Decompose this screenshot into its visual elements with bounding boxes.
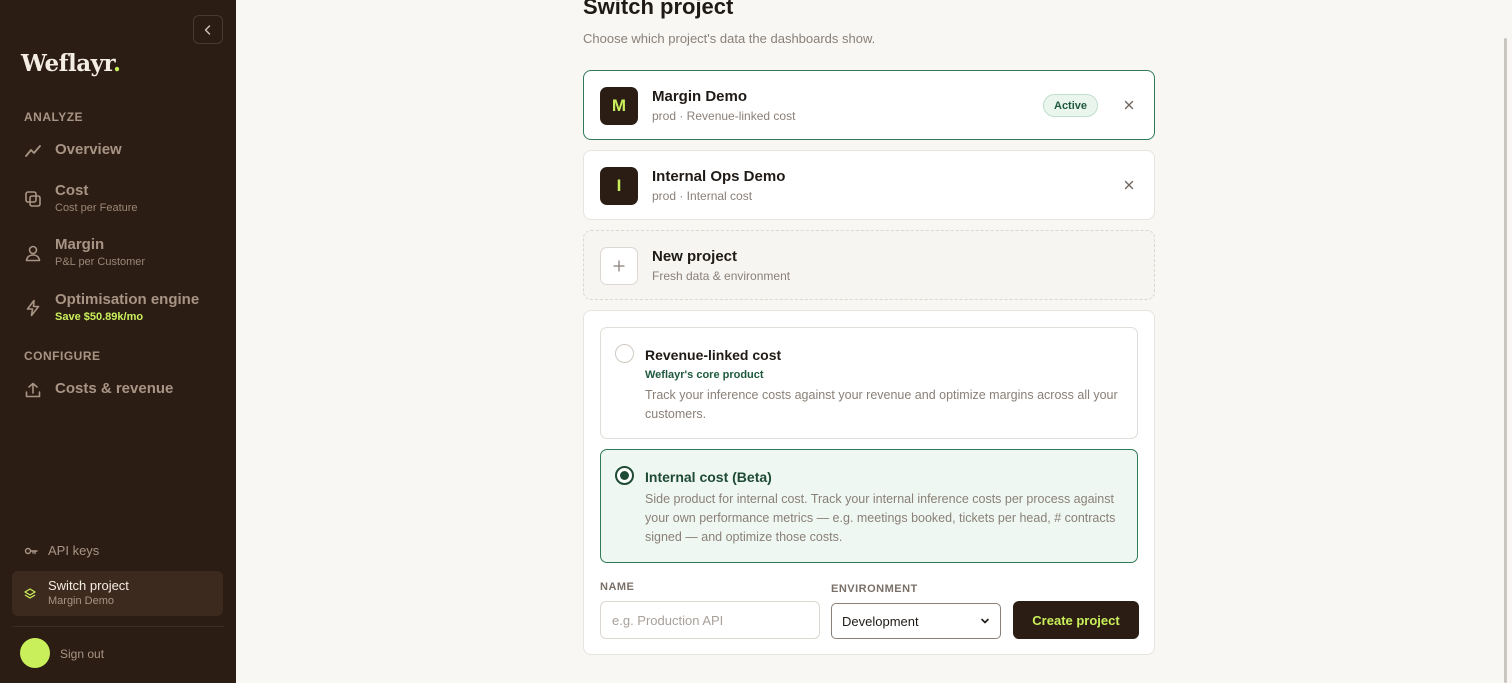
name-label: NAME [600, 581, 635, 593]
bolt-icon [23, 298, 43, 318]
stack-icon [23, 189, 43, 209]
project-initial: M [600, 87, 638, 125]
api-keys-link[interactable]: API keys [24, 543, 99, 558]
project-name: Internal Ops Demo [652, 168, 786, 185]
nav-item-sublabel: P&L per Customer [55, 256, 146, 268]
page-title: Switch project [583, 0, 734, 19]
name-input[interactable] [600, 601, 820, 639]
chevron-left-icon [204, 24, 211, 35]
sign-out-link[interactable]: Sign out [60, 647, 104, 661]
nav-item-margin[interactable]: Margin P&L per Customer [12, 236, 224, 270]
section-label-configure: CONFIGURE [24, 349, 101, 363]
environment-value: Development [842, 613, 919, 629]
nav-item-label: Optimisation engine [55, 291, 200, 308]
upload-icon [23, 380, 43, 400]
layers-icon [24, 587, 36, 600]
close-icon[interactable] [1121, 97, 1137, 113]
option-tag: Weflayr's core product [645, 369, 764, 381]
close-icon[interactable] [1121, 177, 1137, 193]
nav-item-label: Overview [55, 141, 122, 158]
plus-icon [600, 247, 638, 285]
project-name: Margin Demo [652, 88, 748, 105]
environment-label: ENVIRONMENT [831, 583, 918, 595]
scrollbar[interactable] [1504, 38, 1507, 683]
sidebar: Weflayr. ANALYZE Overview Cost Cost per … [0, 0, 236, 683]
option-internal-cost[interactable]: Internal cost (Beta) Side product for in… [600, 449, 1138, 563]
nav-item-label: Margin [55, 236, 105, 253]
key-icon [24, 547, 38, 554]
main-content: Switch project Choose which project's da… [236, 0, 1512, 683]
api-keys-label: API keys [48, 543, 100, 558]
current-project-name: Margin Demo [48, 595, 115, 607]
option-description: Track your inference costs against your … [645, 388, 1118, 421]
savings-label: Save $50.89k/mo [55, 311, 144, 323]
option-title: Revenue-linked cost [645, 347, 782, 363]
option-description: Side product for internal cost. Track yo… [645, 492, 1116, 544]
section-label-analyze: ANALYZE [24, 110, 84, 124]
nav-item-label: Costs & revenue [55, 380, 174, 397]
user-icon [23, 243, 43, 263]
project-meta: prod · Internal cost [652, 189, 753, 203]
nav-item-cost[interactable]: Cost Cost per Feature [12, 182, 224, 216]
new-project-subtitle: Fresh data & environment [652, 269, 791, 283]
chevron-down-icon [981, 618, 989, 624]
radio-button[interactable] [615, 344, 634, 363]
trend-line-icon [23, 141, 43, 161]
switch-project-label: Switch project [48, 578, 129, 593]
create-project-button[interactable]: Create project [1013, 601, 1139, 639]
nav-item-overview[interactable]: Overview [12, 141, 224, 161]
project-card-internal-ops-demo[interactable]: I Internal Ops Demo prod · Internal cost [583, 150, 1155, 220]
page-subtitle: Choose which project's data the dashboar… [583, 31, 876, 46]
project-card-margin-demo[interactable]: M Margin Demo prod · Revenue-linked cost… [583, 70, 1155, 140]
nav-item-costs-revenue[interactable]: Costs & revenue [12, 380, 224, 400]
divider [12, 626, 224, 627]
radio-button-selected[interactable] [615, 466, 634, 485]
nav-item-label: Cost [55, 182, 89, 199]
option-title: Internal cost (Beta) [645, 469, 772, 485]
nav-item-sublabel: Cost per Feature [55, 202, 138, 214]
avatar[interactable] [20, 638, 50, 668]
collapse-sidebar-button[interactable] [193, 15, 223, 44]
project-meta: prod · Revenue-linked cost [652, 109, 796, 123]
logo[interactable]: Weflayr. [21, 50, 121, 77]
switch-project-nav[interactable]: Switch project Margin Demo [12, 571, 223, 616]
new-project-card[interactable]: New project Fresh data & environment [583, 230, 1155, 300]
project-initial: I [600, 167, 638, 205]
nav-item-optimisation-engine[interactable]: Optimisation engine Save $50.89k/mo [12, 291, 224, 325]
environment-select[interactable]: Development [831, 603, 1001, 639]
active-badge: Active [1043, 94, 1099, 117]
new-project-form: Revenue-linked cost Weflayr's core produ… [583, 310, 1155, 655]
new-project-title: New project [652, 248, 738, 265]
option-revenue-linked-cost[interactable]: Revenue-linked cost Weflayr's core produ… [600, 327, 1138, 439]
